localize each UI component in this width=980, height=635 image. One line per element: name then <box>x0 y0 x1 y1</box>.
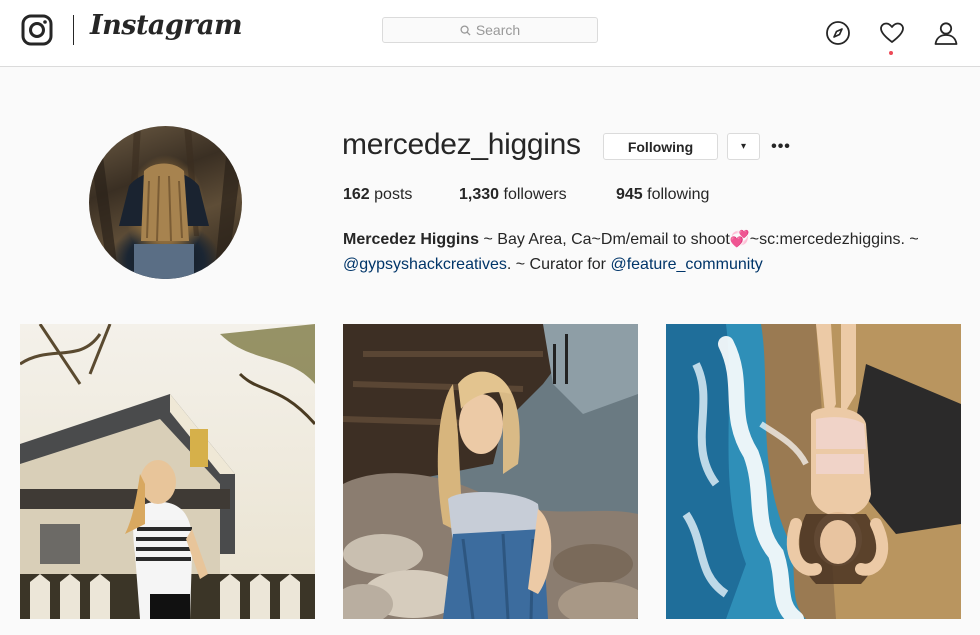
nav-divider <box>73 15 74 45</box>
bio-text: ~ Bay Area, Ca~Dm/email to shoot💞~sc:mer… <box>479 231 919 248</box>
profile-icon[interactable] <box>933 20 959 46</box>
followers-label: followers <box>503 186 567 203</box>
following-label: following <box>647 186 710 203</box>
top-nav: Instagram Search <box>0 0 980 67</box>
profile-username: mercedez_higgins <box>342 128 581 161</box>
more-options-icon[interactable]: ••• <box>770 133 792 160</box>
search-icon <box>460 24 471 36</box>
post-thumbnail[interactable] <box>343 324 638 619</box>
chevron-down-icon[interactable]: ▾ <box>727 133 760 160</box>
profile-avatar[interactable] <box>89 126 242 279</box>
bio-full-name: Mercedez Higgins <box>343 231 480 248</box>
search-placeholder: Search <box>475 22 521 38</box>
bio-text: . ~ Curator for <box>506 256 611 273</box>
bio-mention-link[interactable]: @feature_community <box>610 256 762 273</box>
posts-count-stat: 162 posts <box>343 186 412 204</box>
bio-mention-link[interactable]: @gypsyshackcreatives <box>343 256 507 273</box>
followers-count-stat[interactable]: 1,330 followers <box>459 186 567 204</box>
profile-bio: Mercedez Higgins ~ Bay Area, Ca~Dm/email… <box>343 227 963 277</box>
followers-count: 1,330 <box>459 186 500 203</box>
following-button[interactable]: Following <box>603 133 718 160</box>
posts-count: 162 <box>343 186 370 203</box>
instagram-glyph-icon[interactable] <box>21 14 53 46</box>
post-thumbnail[interactable] <box>666 324 961 619</box>
heart-icon[interactable] <box>879 20 905 46</box>
explore-compass-icon[interactable] <box>825 20 851 46</box>
instagram-wordmark[interactable]: Instagram <box>90 10 243 41</box>
following-count: 945 <box>616 186 643 203</box>
search-input[interactable]: Search <box>382 17 598 43</box>
notification-dot <box>889 51 893 55</box>
post-thumbnail[interactable] <box>20 324 315 619</box>
posts-label: posts <box>374 186 413 203</box>
following-count-stat[interactable]: 945 following <box>616 186 709 204</box>
